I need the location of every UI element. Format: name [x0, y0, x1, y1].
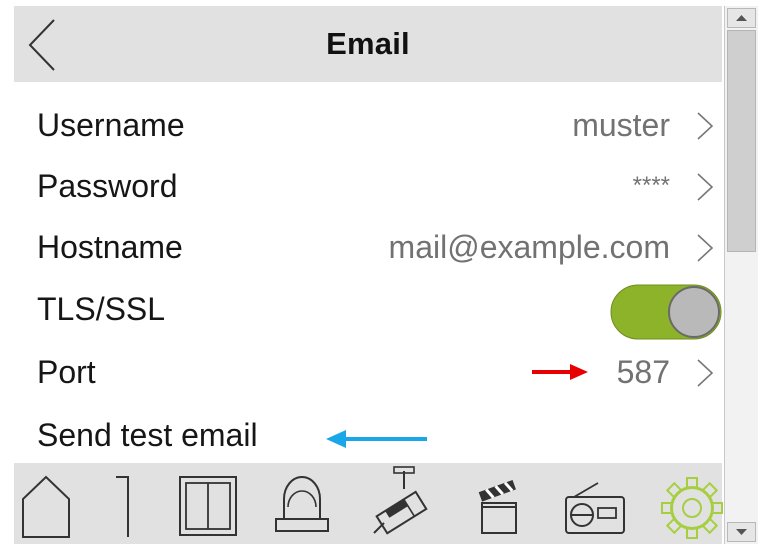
- row-password[interactable]: Password ****: [14, 155, 722, 217]
- door-icon: [116, 476, 129, 537]
- chevron-right-icon: [697, 173, 714, 201]
- window-icon: [179, 476, 237, 536]
- row-label: Port: [37, 354, 96, 390]
- chevron-right-icon: [697, 112, 714, 140]
- page-title: Email: [326, 26, 410, 61]
- tab-home[interactable]: [14, 463, 94, 544]
- scrollbar[interactable]: [724, 6, 758, 544]
- row-value: muster: [572, 107, 670, 143]
- clapperboard-icon: [478, 479, 517, 534]
- red-arrow-annotation: [532, 364, 588, 380]
- row-tls-ssl: TLS/SSL: [14, 278, 722, 340]
- row-label: Hostname: [37, 229, 183, 265]
- row-label: Send test email: [37, 417, 258, 453]
- radio-icon: [565, 482, 625, 534]
- chevron-left-icon: [28, 19, 55, 71]
- header-bar: Email: [14, 6, 722, 82]
- bottom-nav: [14, 463, 723, 544]
- tab-radio[interactable]: [554, 463, 634, 544]
- row-username[interactable]: Username muster: [14, 94, 722, 156]
- gear-icon: [661, 477, 723, 539]
- home-icon: [22, 475, 70, 538]
- row-value: mail@example.com: [388, 229, 670, 265]
- row-label: Password: [37, 168, 178, 204]
- chevron-right-icon: [697, 359, 714, 387]
- tab-camera[interactable]: [364, 463, 444, 544]
- scroll-down-button[interactable]: [727, 522, 756, 542]
- row-label: TLS/SSL: [37, 291, 166, 327]
- chevron-right-icon: [697, 234, 714, 262]
- triangle-up-icon: [736, 15, 747, 21]
- tab-scenes[interactable]: [462, 463, 542, 544]
- tab-door[interactable]: [94, 463, 174, 544]
- app-frame: Email Username muster Password **** Host…: [14, 6, 758, 544]
- alarm-bell-icon: [275, 476, 329, 532]
- row-value: 587: [616, 354, 670, 390]
- scroll-up-button[interactable]: [727, 8, 756, 28]
- camera-icon: [373, 466, 428, 535]
- scroll-thumb[interactable]: [727, 30, 756, 252]
- row-port[interactable]: Port 587: [14, 341, 722, 403]
- row-value: ****: [632, 172, 670, 199]
- blue-arrow-annotation: [326, 430, 427, 448]
- tab-window[interactable]: [174, 463, 254, 544]
- row-label: Username: [37, 107, 185, 143]
- triangle-down-icon: [736, 529, 747, 535]
- back-button[interactable]: [24, 18, 64, 72]
- tab-settings[interactable]: [648, 463, 728, 544]
- tls-ssl-toggle[interactable]: [610, 284, 722, 340]
- tab-alarm[interactable]: [264, 463, 344, 544]
- row-hostname[interactable]: Hostname mail@example.com: [14, 216, 722, 278]
